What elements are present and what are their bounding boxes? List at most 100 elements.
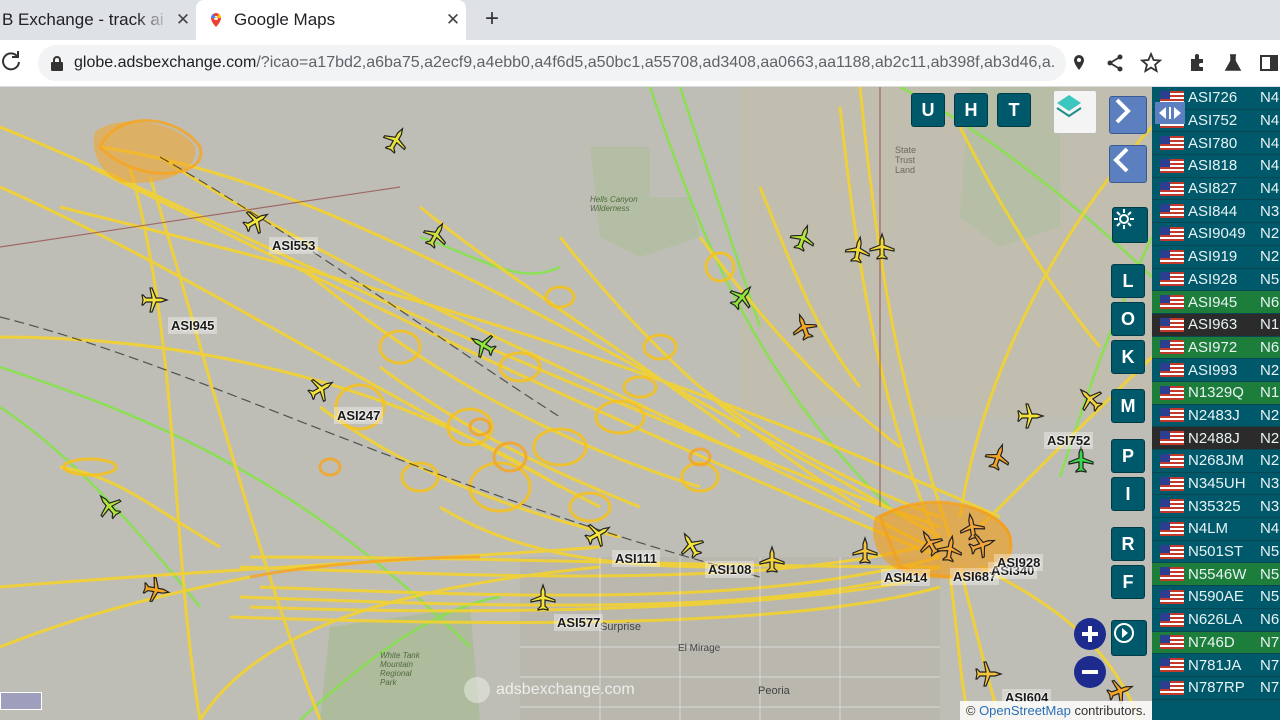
list-item[interactable]: N1329Q N1 (1152, 381, 1280, 405)
list-item[interactable]: N4LM N4 (1152, 518, 1280, 541)
openstreetmap-link[interactable]: OpenStreetMap (979, 703, 1071, 718)
toggle-t-button[interactable]: T (998, 94, 1030, 126)
aircraft-icon[interactable] (673, 527, 708, 562)
list-item[interactable]: ASI963 N1 (1152, 313, 1280, 337)
us-flag-icon (1160, 340, 1184, 355)
aircraft-icon[interactable] (869, 233, 895, 260)
close-icon[interactable]: ✕ (170, 10, 196, 30)
side-panel-icon[interactable] (1258, 52, 1280, 74)
list-item[interactable]: ASI945 N6 (1152, 291, 1280, 314)
aircraft-icon[interactable] (1017, 403, 1044, 429)
list-item[interactable]: ASI818 N4 (1152, 155, 1280, 178)
list-item[interactable]: N746D N7 (1152, 631, 1280, 655)
list-item[interactable]: N501ST N5 (1152, 541, 1280, 564)
aircraft-icon[interactable] (759, 546, 785, 573)
aircraft-icon[interactable] (141, 575, 172, 605)
location-icon[interactable] (1068, 52, 1090, 74)
aircraft-label[interactable]: ASI111 (612, 550, 660, 567)
aircraft-label[interactable]: ASI108 (705, 561, 755, 578)
aircraft-icon[interactable] (465, 327, 500, 362)
settings-button[interactable] (1113, 208, 1147, 242)
aircraft-icon[interactable] (1071, 380, 1108, 417)
toggle-o-button[interactable]: O (1112, 303, 1144, 335)
list-item[interactable]: ASI9049 N2 (1152, 223, 1280, 246)
aircraft-label[interactable]: ASI414 (881, 569, 931, 586)
list-item[interactable]: N268JM N2 (1152, 450, 1280, 473)
toggle-r-button[interactable]: R (1112, 528, 1144, 560)
aircraft-label[interactable]: ASI752 (1044, 432, 1094, 449)
map-layers-button[interactable] (1054, 91, 1096, 133)
toggle-h-button[interactable]: H (955, 94, 987, 126)
resize-handle[interactable] (1155, 102, 1185, 124)
list-item[interactable]: N345UH N3 (1152, 473, 1280, 496)
registration: N1 (1260, 316, 1280, 334)
list-item[interactable]: ASI993 N2 (1152, 359, 1280, 382)
toggle-u-button[interactable]: U (912, 94, 944, 126)
list-item[interactable]: N787RP N7 (1152, 677, 1280, 700)
lab-flask-icon[interactable] (1222, 52, 1244, 74)
collapse-panel-button[interactable] (1110, 146, 1146, 182)
play-circle-icon (1114, 623, 1134, 643)
aircraft-icon[interactable] (1068, 446, 1094, 473)
zoom-out-button[interactable] (1074, 656, 1106, 688)
aircraft-icon[interactable] (581, 516, 616, 551)
aircraft-label[interactable]: ASI945 (168, 317, 218, 334)
address-bar[interactable]: globe.adsbexchange.com/?icao=a17bd2,a6ba… (38, 45, 1066, 81)
aircraft-icon[interactable] (843, 234, 873, 265)
star-icon[interactable] (1140, 52, 1162, 74)
list-item[interactable]: N781JA N7 (1152, 654, 1280, 677)
list-item[interactable]: N5546W N5 (1152, 563, 1280, 587)
replay-button[interactable] (1112, 621, 1146, 655)
aircraft-icon[interactable] (419, 217, 454, 252)
aircraft-icon[interactable] (912, 525, 947, 560)
map-view[interactable]: State Trust Land Hells Canyon Wilderness… (0, 87, 1152, 720)
share-icon[interactable] (1104, 52, 1126, 74)
aircraft-label[interactable]: ASI577 (554, 614, 604, 631)
aircraft-icon[interactable] (787, 310, 820, 343)
list-item[interactable]: ASI780 N4 (1152, 132, 1280, 156)
aircraft-icon[interactable] (787, 221, 820, 254)
list-item[interactable]: N35325 N3 (1152, 495, 1280, 519)
aircraft-icon[interactable] (239, 203, 274, 238)
list-item[interactable]: ASI928 N5 (1152, 269, 1280, 292)
aircraft-icon[interactable] (975, 661, 1002, 687)
toggle-m-button[interactable]: M (1112, 390, 1144, 422)
tab-adsbexchange[interactable]: B Exchange - track ai ✕ (0, 0, 196, 40)
expand-panel-button[interactable] (1110, 97, 1146, 133)
list-item[interactable]: N2488J N2 (1152, 427, 1280, 450)
toggle-k-button[interactable]: K (1112, 341, 1144, 373)
list-item[interactable]: ASI844 N3 (1152, 200, 1280, 224)
list-item[interactable]: N2483J N2 (1152, 405, 1280, 428)
toggle-f-button[interactable]: F (1112, 566, 1144, 598)
aircraft-label[interactable]: ASI247 (334, 407, 384, 424)
reload-icon[interactable] (0, 50, 22, 74)
close-icon[interactable]: ✕ (440, 10, 466, 30)
aircraft-label[interactable]: ASI553 (269, 237, 319, 254)
toggle-l-button[interactable]: L (1112, 265, 1144, 297)
aircraft-icon[interactable] (141, 287, 168, 313)
aircraft-label[interactable]: ASI928 (994, 554, 1044, 571)
aircraft-icon[interactable] (724, 278, 761, 315)
callsign: N2483J (1188, 406, 1240, 424)
aircraft-icon[interactable] (379, 122, 414, 157)
list-item[interactable]: N590AE N5 (1152, 586, 1280, 609)
new-tab-button[interactable]: + (478, 6, 506, 34)
us-flag-icon (1160, 658, 1184, 673)
aircraft-icon[interactable] (530, 584, 556, 611)
aircraft-icon[interactable] (957, 511, 987, 542)
aircraft-icon[interactable] (982, 440, 1015, 473)
toggle-i-button[interactable]: I (1112, 478, 1144, 510)
list-item[interactable]: ASI919 N2 (1152, 246, 1280, 269)
callsign: ASI919 (1188, 248, 1238, 266)
extensions-icon[interactable] (1186, 52, 1208, 74)
list-item[interactable]: ASI827 N4 (1152, 178, 1280, 201)
aircraft-icon[interactable] (304, 371, 339, 406)
tab-google-maps[interactable]: Google Maps ✕ (196, 0, 466, 40)
list-item[interactable]: ASI972 N6 (1152, 336, 1280, 360)
aircraft-icon[interactable] (852, 537, 878, 564)
list-item[interactable]: N626LA N6 (1152, 609, 1280, 632)
zoom-in-button[interactable] (1074, 618, 1106, 650)
aircraft-icon[interactable] (90, 487, 127, 524)
toggle-p-button[interactable]: P (1112, 440, 1144, 472)
callsign: ASI752 (1188, 112, 1238, 130)
